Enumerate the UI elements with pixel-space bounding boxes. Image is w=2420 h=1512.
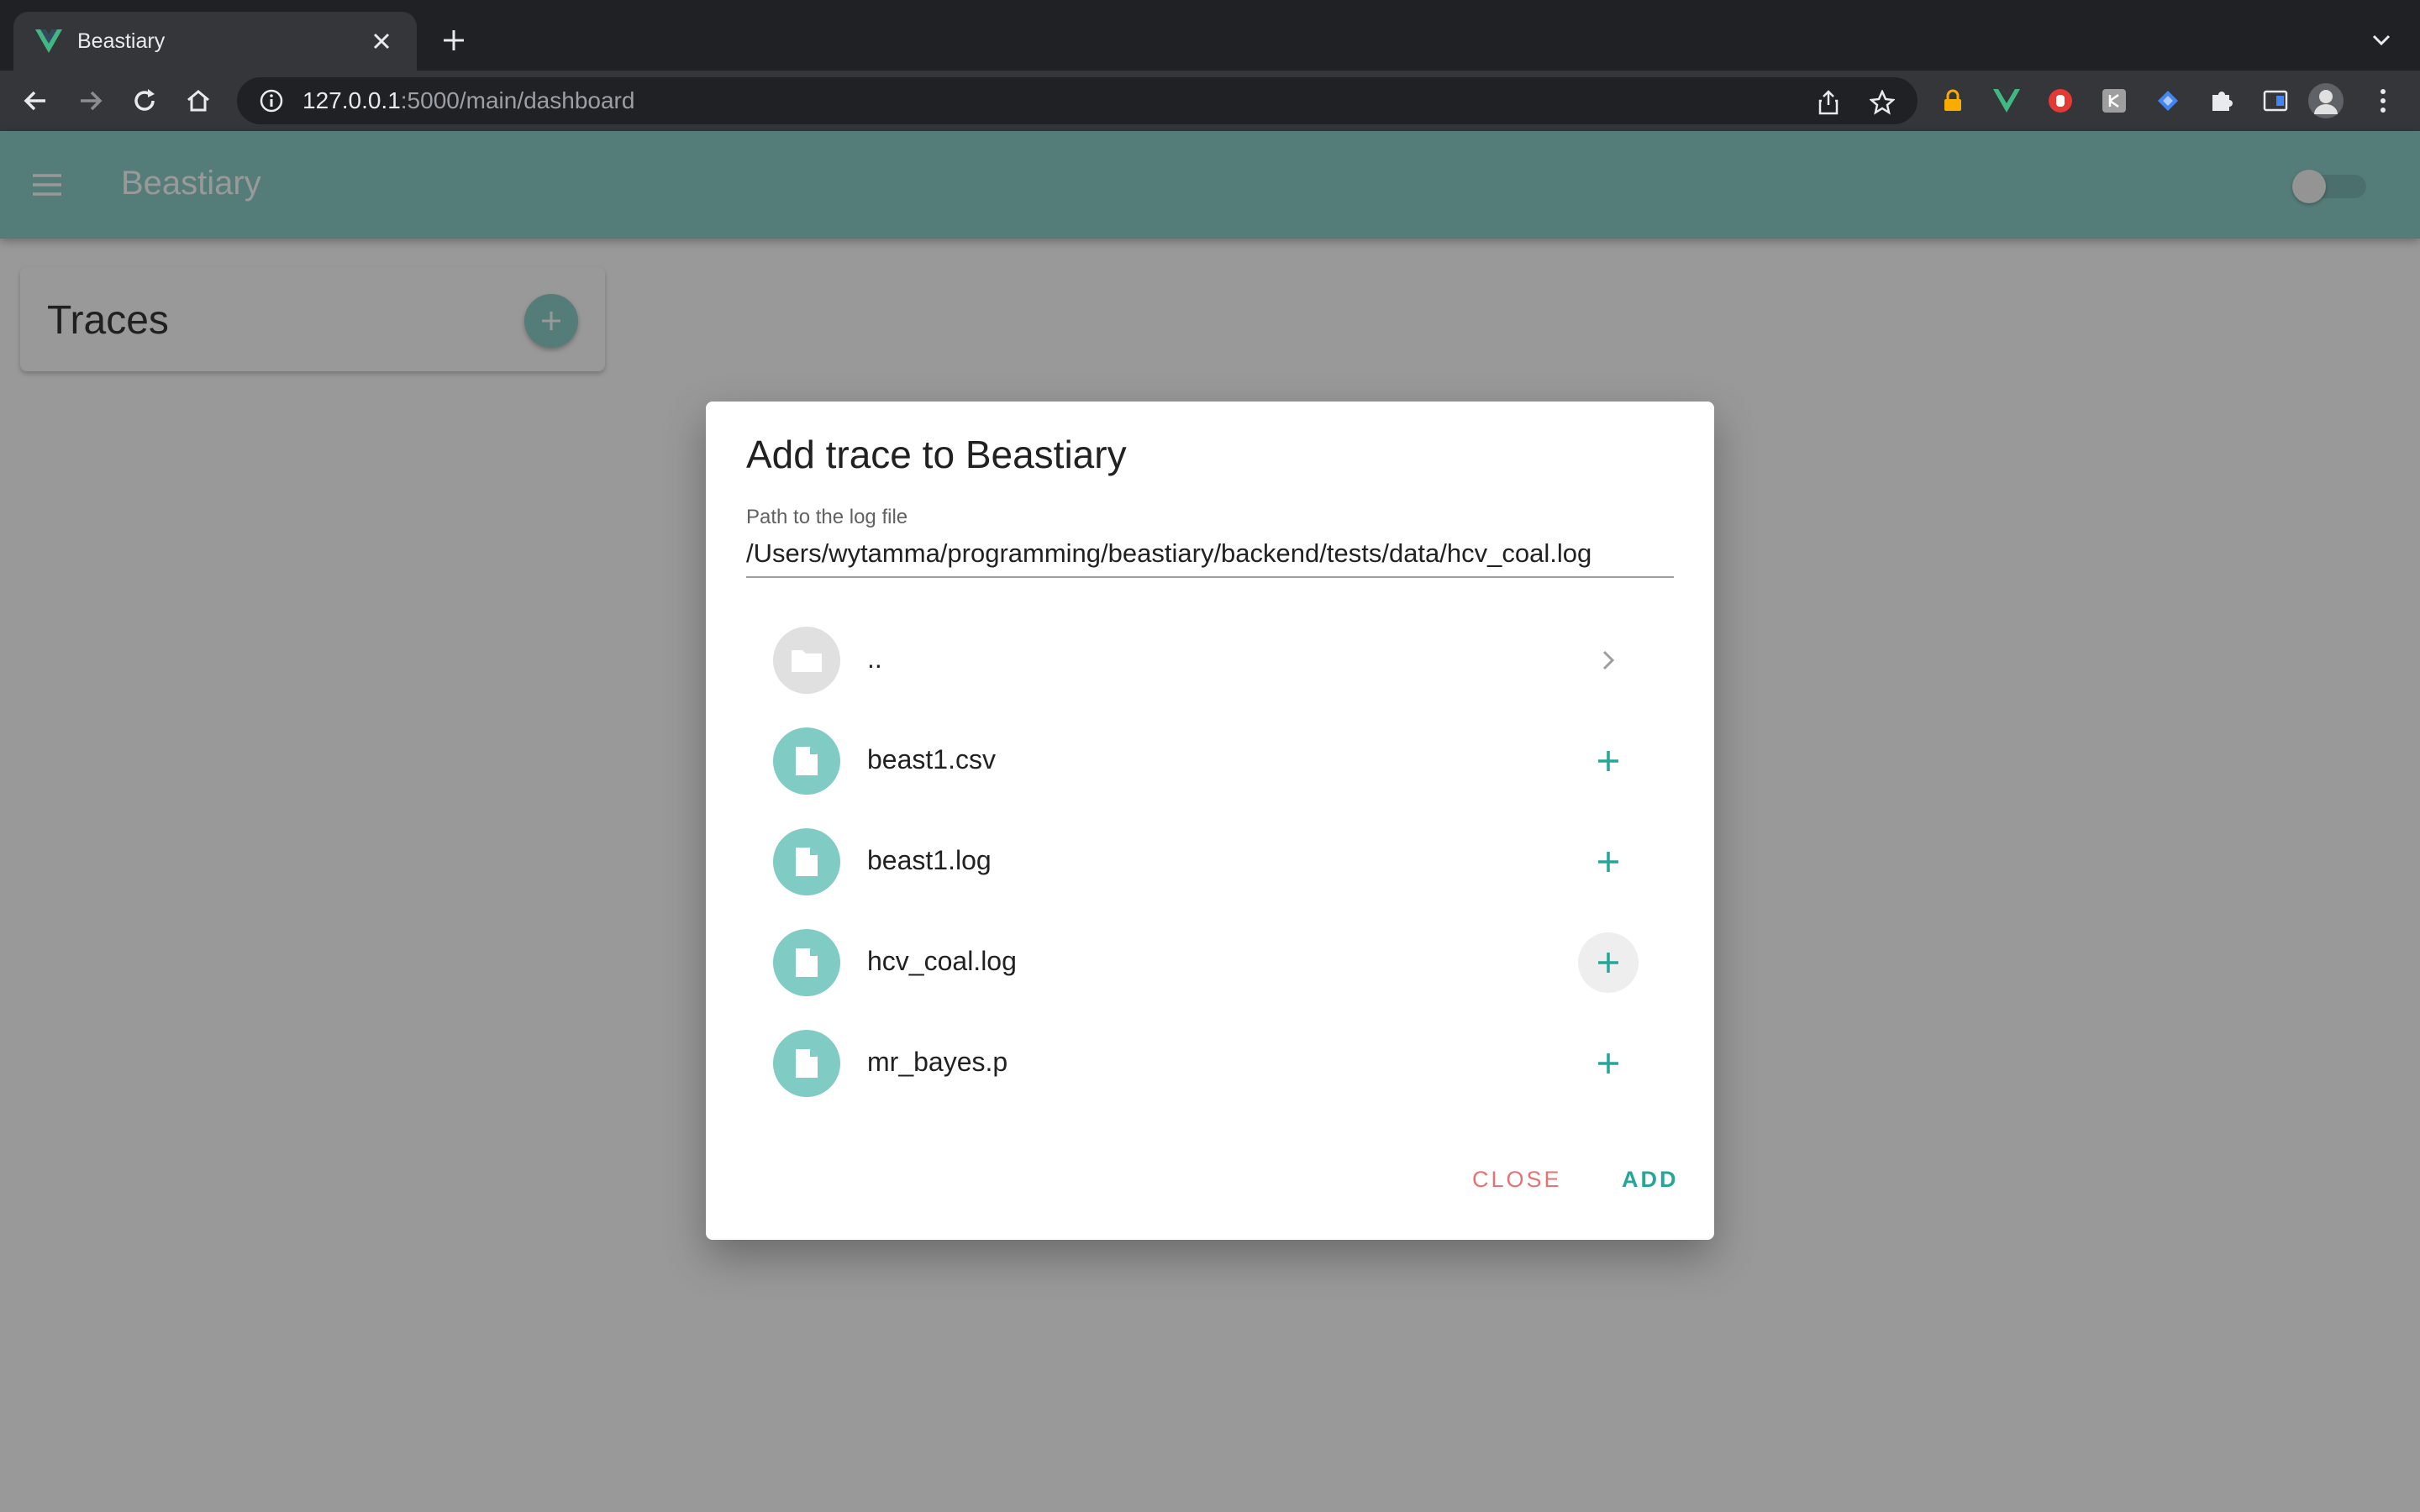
file-list-item[interactable]: .. <box>733 610 1687 711</box>
file-name: beast1.log <box>867 845 992 875</box>
path-field-label: Path to the log file <box>746 506 908 528</box>
app-viewport: Beastiary Traces Add trace to Beastiary … <box>0 131 2420 1512</box>
file-name: .. <box>867 643 882 674</box>
forward-arrow-icon[interactable] <box>72 82 109 119</box>
file-icon <box>773 929 840 996</box>
file-name: beast1.csv <box>867 744 996 774</box>
profile-avatar-icon[interactable] <box>2307 82 2344 119</box>
grey-extension-icon[interactable] <box>2096 82 2133 119</box>
file-icon <box>773 828 840 895</box>
url-path: :5000/main/dashboard <box>400 87 635 113</box>
plus-icon <box>1598 751 1618 771</box>
reload-icon[interactable] <box>126 82 163 119</box>
add-button[interactable]: ADD <box>1607 1149 1694 1210</box>
tab-title: Beastiary <box>77 29 166 53</box>
browser-toolbar: 127.0.0.1:5000/main/dashboard <box>0 71 2420 131</box>
dialog-actions: CLOSE ADD <box>706 1149 1714 1210</box>
close-button[interactable]: CLOSE <box>1457 1149 1577 1210</box>
back-arrow-icon[interactable] <box>17 82 54 119</box>
file-icon <box>773 1030 840 1097</box>
path-input[interactable] <box>746 531 1674 578</box>
add-file-button[interactable] <box>1578 832 1639 892</box>
browser-menu-icon[interactable] <box>2365 82 2402 119</box>
plus-icon <box>1598 1053 1618 1074</box>
extensions-area <box>1931 77 2351 124</box>
add-file-button[interactable] <box>1578 932 1639 993</box>
blue-extension-icon[interactable] <box>2149 82 2186 119</box>
hand-stop-extension-icon[interactable] <box>2042 82 2079 119</box>
file-list-item[interactable]: hcv_coal.log <box>733 912 1687 1013</box>
browser-tabstrip: Beastiary <box>0 0 2420 71</box>
vue-devtools-icon[interactable] <box>1988 82 2025 119</box>
file-list-item[interactable]: beast1.log <box>733 811 1687 912</box>
dialog-title: Add trace to Beastiary <box>746 433 1127 476</box>
side-panel-icon[interactable] <box>2257 82 2294 119</box>
file-list-item[interactable]: beast1.csv <box>733 711 1687 811</box>
puzzle-extensions-icon[interactable] <box>2203 82 2240 119</box>
file-list-item[interactable]: mr_bayes.p <box>733 1013 1687 1114</box>
tab-search-chevron-icon[interactable] <box>2366 25 2396 55</box>
file-name: mr_bayes.p <box>867 1047 1008 1077</box>
vue-logo-icon <box>34 26 64 56</box>
chevron-right-icon[interactable] <box>1578 630 1639 690</box>
file-name: hcv_coal.log <box>867 946 1017 976</box>
plus-icon <box>1598 953 1618 973</box>
lock-extension-icon[interactable] <box>1934 82 1971 119</box>
file-icon <box>773 727 840 795</box>
add-file-button[interactable] <box>1578 1033 1639 1094</box>
home-icon[interactable] <box>180 82 217 119</box>
url-host: 127.0.0.1 <box>302 87 401 113</box>
bookmark-star-icon[interactable] <box>1864 84 1901 121</box>
folder-icon <box>773 627 840 694</box>
site-info-icon[interactable] <box>257 87 286 115</box>
share-icon[interactable] <box>1810 84 1847 121</box>
close-tab-icon[interactable] <box>366 26 397 56</box>
browser-tab[interactable]: Beastiary <box>13 12 417 71</box>
address-bar[interactable]: 127.0.0.1:5000/main/dashboard <box>237 77 1918 124</box>
add-trace-dialog: Add trace to Beastiary Path to the log f… <box>706 402 1714 1240</box>
new-tab-icon[interactable] <box>437 24 471 57</box>
plus-icon <box>1598 852 1618 872</box>
add-file-button[interactable] <box>1578 731 1639 791</box>
